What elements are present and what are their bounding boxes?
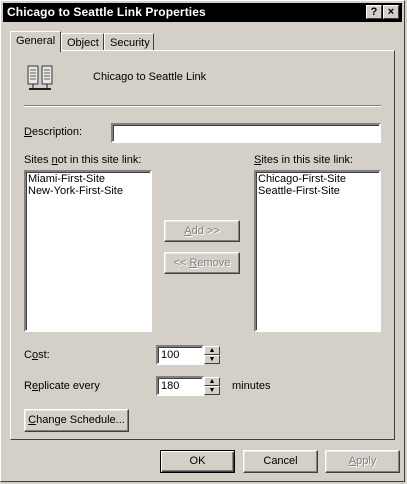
cost-input[interactable]: 100 — [156, 345, 204, 365]
cost-label: Cost: — [24, 349, 50, 361]
site-link-icon — [27, 65, 53, 90]
stepper-up-icon[interactable]: ▲ — [204, 346, 220, 355]
cost-stepper[interactable]: ▲ ▼ — [204, 346, 220, 364]
list-item[interactable]: Miami-First-Site — [28, 173, 148, 185]
add-button[interactable]: Add >> — [164, 220, 240, 242]
description-input[interactable] — [111, 123, 381, 143]
cancel-button[interactable]: Cancel — [243, 450, 318, 473]
site-link-name: Chicago to Seattle Link — [93, 71, 207, 83]
sites-not-in-list[interactable]: Miami-First-Site New-York-First-Site — [24, 170, 152, 332]
stepper-up-icon[interactable]: ▲ — [204, 377, 220, 386]
stepper-down-icon[interactable]: ▼ — [204, 355, 220, 364]
sites-in-list[interactable]: Chicago-First-Site Seattle-First-Site — [254, 170, 381, 332]
remove-button[interactable]: << Remove — [164, 252, 240, 274]
replicate-stepper[interactable]: ▲ ▼ — [204, 377, 220, 395]
apply-button[interactable]: Apply — [325, 450, 400, 473]
description-label: Description: — [24, 126, 83, 138]
sites-not-in-label: Sites not in this site link: — [24, 154, 142, 166]
replicate-input[interactable]: 180 — [156, 376, 204, 396]
replicate-label: Replicate every — [24, 380, 100, 392]
list-item[interactable]: Chicago-First-Site — [258, 173, 377, 185]
separator — [24, 105, 381, 107]
list-item[interactable]: Seattle-First-Site — [258, 185, 377, 197]
ok-button[interactable]: OK — [160, 450, 235, 473]
stepper-down-icon[interactable]: ▼ — [204, 386, 220, 395]
change-schedule-button[interactable]: Change Schedule... — [24, 409, 129, 432]
replicate-unit-label: minutes — [232, 380, 271, 392]
list-item[interactable]: New-York-First-Site — [28, 185, 148, 197]
sites-in-label: Sites in this site link: — [254, 154, 354, 166]
